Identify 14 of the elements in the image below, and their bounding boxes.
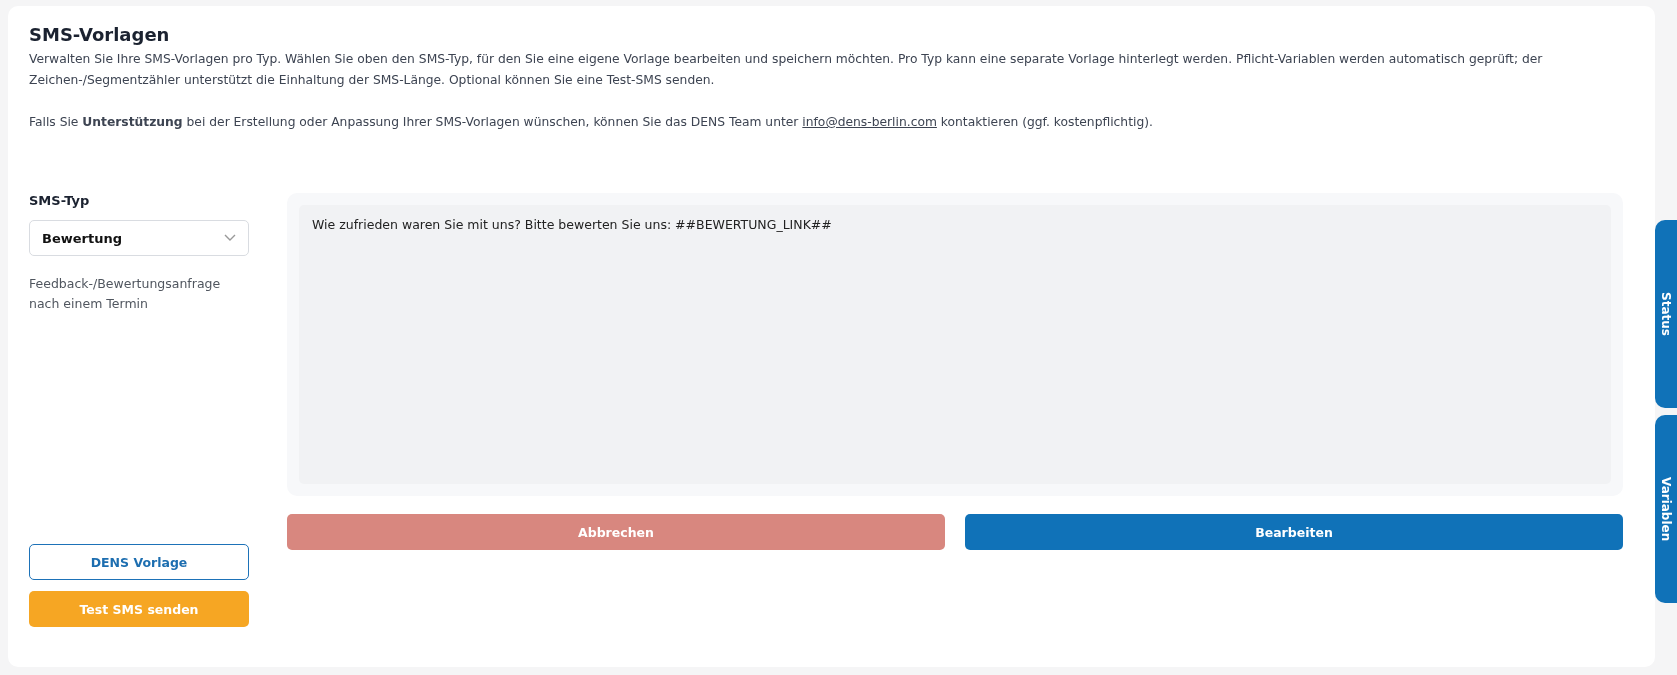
chevron-down-icon	[224, 234, 236, 242]
edit-button[interactable]: Bearbeiten	[965, 514, 1623, 550]
intro-text: Verwalten Sie Ihre SMS-Vorlagen pro Typ. Wählen Sie oben den SMS-Typ, für den Sie eine eigene Vorlage bearbeiten und speichern möchten. Pro Typ kann eine separate Vorlage hinterlegt werden. Pflicht-Variablen werden automatisch geprüft; der Zeichen-/Segmentzähler unterstützt die Einhaltung der SMS-Länge. Optional können Sie eine Test-SMS senden.	[29, 51, 1544, 89]
sms-type-label: SMS-Typ	[29, 193, 91, 208]
sms-type-description: Feedback-/Bewertungsanfrage nach einem Termin	[29, 275, 222, 313]
email-link[interactable]: info@dens-berlin.com	[802, 115, 937, 129]
message-field[interactable]: Wie zufrieden waren Sie mit uns? Bitte bewerten Sie uns: ##BEWERTUNG_LINK##	[299, 205, 1611, 484]
side-tab[interactable]: Status	[1655, 220, 1677, 408]
side-tab[interactable]: Variablen	[1655, 415, 1677, 603]
page-title: SMS-Vorlagen	[29, 24, 171, 45]
cancel-button[interactable]: Abbrechen	[287, 514, 945, 550]
template-button[interactable]: DENS Vorlage	[29, 544, 249, 580]
sms-type-select[interactable]: Bewertung	[29, 220, 249, 256]
support-text: Falls Sie Unterstützung bei der Erstellung oder Anpassung Ihrer SMS-Vorlagen wünschen, können Sie das DENS Team unter info@dens-berlin.com kontaktieren (ggf. kostenpflichtig).	[29, 114, 1154, 131]
